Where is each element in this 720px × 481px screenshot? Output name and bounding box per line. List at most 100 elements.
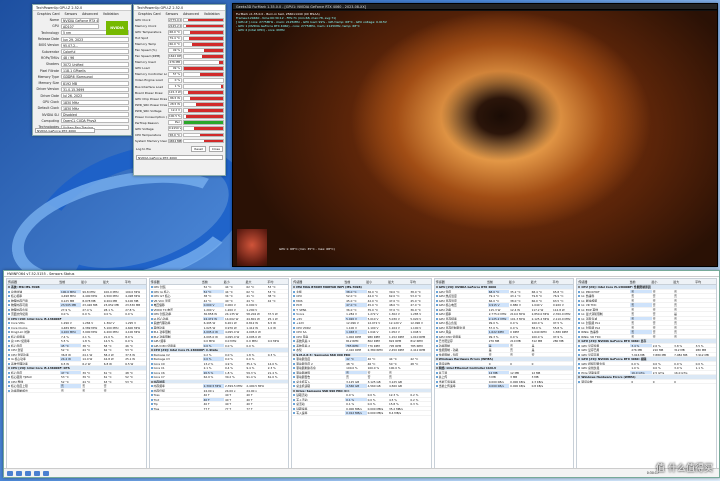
furmark-titlebar[interactable]: Geeks3D FurMark 1.35.0.0 - [GPU1: NVIDIA… — [233, 4, 717, 10]
settings-icon[interactable] — [25, 470, 31, 476]
sensor-label[interactable]: Board Power Draw — [135, 91, 167, 95]
column-header-cell[interactable]: 当前 — [58, 279, 80, 284]
sensor-label[interactable]: GPU Voltage — [135, 127, 167, 131]
close-icon[interactable] — [43, 470, 49, 476]
column-header-cell[interactable]: 传感器 — [7, 279, 58, 284]
sensor-label[interactable]: PWR_SRC Voltage — [135, 109, 167, 113]
tab-validation[interactable]: Validation — [202, 11, 222, 17]
sensor-label[interactable]: System Memory Used — [135, 139, 167, 143]
close-button[interactable]: Close — [208, 145, 223, 152]
sensor-label[interactable]: GPU Temperature — [135, 30, 167, 34]
column-header-cell[interactable]: 最小 — [508, 279, 530, 284]
gpuz-card-window[interactable]: TechPowerUp GPU-Z 2.52.0 Graphics Card S… — [32, 4, 132, 136]
sensor-value: 4,560 GB — [367, 384, 381, 388]
sensor-label[interactable]: Fan Speed (RPM) — [135, 54, 167, 58]
sensor-label[interactable]: Video Engine Load — [135, 78, 167, 82]
hwinfo-window[interactable]: HWiNFO64 v7.52-5155 - Sensors Status 传感器… — [3, 270, 720, 478]
sensor-value: 1,152 RPM — [388, 334, 404, 338]
sensor-value: 2,412 RPM — [410, 348, 426, 352]
sensor-value — [695, 335, 716, 339]
sensor-value: 63 °C — [103, 379, 112, 383]
sensor-label[interactable]: GPU Load — [135, 66, 167, 70]
sensor-label[interactable]: Memory Used — [135, 60, 167, 64]
sensor-row[interactable]: Tras 77 T 77 T 77 T — [149, 407, 289, 411]
sensor-name: CPU 整体 — [7, 380, 60, 383]
sensor-row[interactable]: 功率限制超出否否否 — [7, 389, 146, 393]
sensor-label[interactable]: Hot Spot — [135, 36, 167, 40]
column-header-cell[interactable]: 最大 — [387, 279, 409, 284]
sensor-value: 44.801 W — [246, 316, 260, 320]
sensor-value: 否 — [631, 325, 635, 329]
furmark-window[interactable]: Geeks3D FurMark 1.35.0.0 - [GPU1: NVIDIA… — [232, 3, 718, 267]
sensor-label[interactable]: GPU Chip Power Draw — [135, 97, 167, 101]
sensor-label[interactable]: PWR_SRC Power Draw — [135, 103, 167, 107]
tab-sensors[interactable]: Sensors — [63, 11, 80, 17]
log-to-file-checkbox[interactable]: Log to file — [136, 147, 151, 151]
sensor-label[interactable]: GPU Clock — [135, 18, 167, 22]
tab-validation[interactable]: Validation — [101, 11, 121, 17]
sensor-value: 否 — [630, 330, 652, 334]
column-header-cell[interactable]: 当前 — [628, 279, 650, 284]
column-header-cell[interactable]: 平均 — [694, 279, 716, 284]
reset-icon[interactable] — [34, 470, 40, 476]
sensor-value: 0.012 MB/s — [345, 411, 367, 415]
column-header-cell[interactable]: 传感器 — [577, 279, 628, 284]
gpuz-sensors-window[interactable]: TechPowerUp GPU-Z 2.52.0 Graphics Card S… — [133, 4, 226, 176]
tab-graphics-card[interactable]: Graphics Card — [35, 11, 62, 17]
sensor-name: 当前下载速率 — [435, 380, 488, 383]
tab-advanced[interactable]: Advanced — [181, 11, 201, 17]
sensor-graph-fill — [193, 127, 223, 131]
column-header-cell[interactable]: 最大 — [102, 279, 124, 284]
sensor-row[interactable]: 当前上传速率 0.000 KB/s 0.000 KB/s 0.8 KB/s — [434, 384, 574, 389]
sensor-label[interactable]: Memory Temp — [135, 42, 167, 46]
sensor-label[interactable]: Bus Interface Load — [135, 85, 167, 89]
gpu-select-dropdown[interactable]: NVIDIA GeForce RTX 4060 — [136, 154, 223, 160]
sensor-value: 52 °C — [60, 379, 69, 383]
sensor-value: 2,399.5 MHz — [224, 384, 243, 388]
column-header-cell[interactable]: 平均 — [124, 279, 146, 284]
reset-button[interactable]: Reset — [191, 145, 206, 152]
sensor-name: Tras — [150, 407, 203, 410]
column-header-cell[interactable]: 当前 — [201, 279, 223, 284]
sensor-label[interactable]: Power Consumption (%) — [135, 115, 167, 119]
nav-left-icon[interactable] — [7, 470, 13, 476]
column-header-cell[interactable]: 传感器 — [292, 279, 343, 284]
column-header-cell[interactable]: 最小 — [650, 279, 672, 284]
column-header-cell[interactable]: 当前 — [343, 279, 365, 284]
column-header-cell[interactable]: 最小 — [365, 279, 387, 284]
column-header-cell[interactable]: 最小 — [223, 279, 245, 284]
column-header-cell[interactable]: 最大 — [530, 279, 552, 284]
column-header-cell[interactable]: 传感器 — [435, 279, 486, 284]
column-header-cell[interactable]: 最大 — [244, 279, 266, 284]
sensor-value: 812 RPM — [410, 339, 423, 343]
gpuz-field-value: Colorful — [61, 49, 129, 55]
sensor-label[interactable]: CPU Temperature — [135, 133, 167, 137]
tab-graphics-card[interactable]: Graphics Card — [136, 11, 163, 17]
nav-right-icon[interactable] — [16, 470, 22, 476]
sensor-row[interactable]: 写入速率 0.012 MB/s 0.000 MB/s 8.4 MB/s — [292, 411, 431, 416]
sensor-label[interactable]: Fan Speed (%) — [135, 48, 167, 52]
sensor-value: 5,100 MHz — [103, 325, 119, 329]
sensor-label[interactable]: PerfCap Reason — [135, 121, 167, 125]
column-header-cell[interactable]: 平均 — [552, 279, 574, 284]
sensor-value: 0 RPM — [510, 330, 519, 334]
column-header-cell[interactable]: 传感器 — [150, 279, 201, 284]
sensor-value: 0.2 % — [410, 393, 419, 397]
sensor-footer: Log to file Reset Close — [134, 144, 225, 154]
sensor-value: 40 T — [246, 393, 253, 397]
sensor-value: 9,100 MB — [125, 298, 139, 302]
column-header-cell[interactable]: 当前 — [486, 279, 508, 284]
sensor-label[interactable]: Memory Controller Load — [135, 72, 167, 76]
column-header-cell[interactable]: 平均 — [409, 279, 431, 284]
column-header-cell[interactable]: 最小 — [80, 279, 102, 284]
column-header-cell[interactable]: 最大 — [672, 279, 694, 284]
tab-sensors[interactable]: Sensors — [164, 11, 181, 17]
gpu-select-dropdown[interactable]: NVIDIA GeForce RTX 4060 — [35, 128, 95, 133]
sensor-value: 0.1 % — [345, 397, 367, 401]
sensor-row[interactable]: 错误总数 0 0 0 — [577, 380, 716, 384]
sensor-value: 39 °C — [82, 375, 91, 379]
sensor-label[interactable]: Memory Clock — [135, 24, 167, 28]
tab-advanced[interactable]: Advanced — [80, 11, 100, 17]
sensor-name: 读取活动 — [292, 393, 345, 397]
column-header-cell[interactable]: 平均 — [266, 279, 288, 284]
